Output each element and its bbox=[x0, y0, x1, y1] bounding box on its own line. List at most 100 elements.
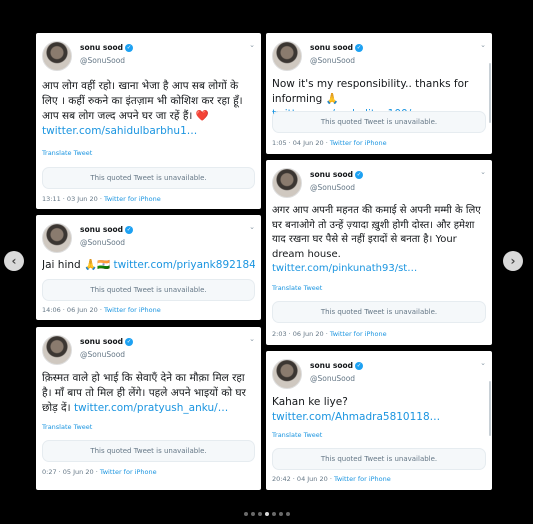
quoted-tweet-unavailable: This quoted Tweet is unavailable. bbox=[272, 111, 486, 133]
carousel-dot[interactable] bbox=[264, 512, 269, 516]
tweet-meta: 13:11 · 03 Jun 20 · Twitter for iPhone bbox=[42, 195, 161, 203]
avatar[interactable] bbox=[272, 359, 302, 389]
chevron-right-icon: › bbox=[510, 254, 516, 268]
tweet-card[interactable]: sonu sood ✓ @SonuSood ⌄ अगर आप अपनी महनत … bbox=[266, 160, 492, 345]
tweet-link[interactable]: twitter.com/priyank8921849… bbox=[114, 259, 255, 271]
tweet-source[interactable]: Twitter for iPhone bbox=[330, 330, 387, 338]
carousel-next-button[interactable]: › bbox=[503, 251, 523, 271]
tweet-text: अगर आप अपनी महनत की कमाई से अपनी मम्मी क… bbox=[272, 204, 486, 277]
user-name[interactable]: sonu sood ✓ bbox=[310, 170, 364, 179]
tweet-meta: 20:42 · 04 Jun 20 · Twitter for iPhone bbox=[272, 475, 391, 483]
translate-tweet-link[interactable]: Translate Tweet bbox=[42, 423, 92, 431]
user-name-text: sonu sood bbox=[310, 170, 354, 179]
chevron-down-icon[interactable]: ⌄ bbox=[480, 41, 486, 49]
quoted-tweet-unavailable: This quoted Tweet is unavailable. bbox=[42, 167, 255, 189]
verified-badge-icon: ✓ bbox=[125, 44, 134, 52]
carousel-dot[interactable] bbox=[250, 512, 255, 516]
tweet-source[interactable]: Twitter for iPhone bbox=[334, 475, 391, 483]
avatar[interactable] bbox=[272, 41, 302, 71]
user-name[interactable]: sonu sood ✓ bbox=[80, 43, 134, 52]
avatar[interactable] bbox=[42, 335, 72, 365]
tweet-timestamp[interactable]: 0:27 · 05 Jun 20 · bbox=[42, 468, 100, 476]
tweet-text-content: Jai hind 🙏🇮🇳 bbox=[42, 259, 114, 271]
chevron-down-icon[interactable]: ⌄ bbox=[480, 359, 486, 367]
user-name-text: sonu sood bbox=[80, 337, 124, 346]
carousel-dot[interactable] bbox=[271, 512, 276, 516]
quoted-tweet-unavailable: This quoted Tweet is unavailable. bbox=[42, 279, 255, 301]
tweet-card[interactable]: sonu sood ✓ @SonuSood ⌄ क़िस्मत वाले हो भ… bbox=[36, 327, 261, 490]
tweet-link[interactable]: twitter.com/pinkunath93/st… bbox=[272, 263, 417, 274]
carousel-dots bbox=[0, 512, 533, 518]
user-handle[interactable]: @SonuSood bbox=[80, 238, 125, 247]
tweet-card[interactable]: sonu sood ✓ @SonuSood ⌄ Kahan ke liye? tw… bbox=[266, 351, 492, 490]
tweet-text-content: Kahan ke liye? bbox=[272, 396, 348, 408]
user-handle[interactable]: @SonuSood bbox=[310, 183, 355, 192]
verified-badge-icon: ✓ bbox=[355, 44, 364, 52]
user-name-text: sonu sood bbox=[80, 43, 124, 52]
verified-badge-icon: ✓ bbox=[125, 226, 134, 234]
tweet-source[interactable]: Twitter for iPhone bbox=[104, 306, 161, 314]
tweet-text: Jai hind 🙏🇮🇳 twitter.com/priyank8921849… bbox=[42, 258, 255, 273]
tweet-link[interactable]: twitter.com/pratyush_anku/… bbox=[74, 402, 228, 414]
tweet-timestamp[interactable]: 13:11 · 03 Jun 20 · bbox=[42, 195, 104, 203]
tweet-text: आप लोग वहीं रहो। खाना भेजा है आप सब लोगो… bbox=[42, 79, 255, 139]
carousel-dot[interactable] bbox=[257, 512, 262, 516]
user-handle[interactable]: @SonuSood bbox=[310, 56, 355, 65]
tweet-meta: 0:27 · 05 Jun 20 · Twitter for iPhone bbox=[42, 468, 157, 476]
user-name[interactable]: sonu sood ✓ bbox=[80, 225, 134, 234]
chevron-down-icon[interactable]: ⌄ bbox=[480, 168, 486, 176]
carousel-prev-button[interactable]: ‹ bbox=[4, 251, 24, 271]
translate-tweet-link[interactable]: Translate Tweet bbox=[42, 149, 92, 157]
avatar[interactable] bbox=[42, 41, 72, 71]
tweet-timestamp[interactable]: 2:03 · 06 Jun 20 · bbox=[272, 330, 330, 338]
chevron-down-icon[interactable]: ⌄ bbox=[249, 223, 255, 231]
chevron-down-icon[interactable]: ⌄ bbox=[249, 41, 255, 49]
user-handle[interactable]: @SonuSood bbox=[80, 350, 125, 359]
tweet-source[interactable]: Twitter for iPhone bbox=[100, 468, 157, 476]
quoted-tweet-unavailable: This quoted Tweet is unavailable. bbox=[272, 301, 486, 323]
user-handle[interactable]: @SonuSood bbox=[310, 374, 355, 383]
user-name-text: sonu sood bbox=[310, 361, 354, 370]
user-name[interactable]: sonu sood ✓ bbox=[80, 337, 134, 346]
tweet-card[interactable]: sonu sood ✓ @SonuSood ⌄ Now it's my respo… bbox=[266, 33, 492, 154]
tweet-timestamp[interactable]: 14:06 · 06 Jun 20 · bbox=[42, 306, 104, 314]
translate-tweet-link[interactable]: Translate Tweet bbox=[272, 431, 322, 439]
verified-badge-icon: ✓ bbox=[355, 362, 364, 370]
tweet-text: Kahan ke liye? twitter.com/Ahmadra581011… bbox=[272, 395, 440, 425]
user-name[interactable]: sonu sood ✓ bbox=[310, 43, 364, 52]
carousel-dot[interactable] bbox=[278, 512, 283, 516]
user-name[interactable]: sonu sood ✓ bbox=[310, 361, 364, 370]
tweet-text-content: अगर आप अपनी महनत की कमाई से अपनी मम्मी क… bbox=[272, 205, 481, 260]
verified-badge-icon: ✓ bbox=[125, 338, 134, 346]
quoted-tweet-unavailable: This quoted Tweet is unavailable. bbox=[42, 440, 255, 462]
tweet-card[interactable]: sonu sood ✓ @SonuSood ⌄ Jai hind 🙏🇮🇳 twit… bbox=[36, 215, 261, 320]
tweet-timestamp[interactable]: 1:05 · 04 Jun 20 · bbox=[272, 139, 330, 147]
chevron-down-icon[interactable]: ⌄ bbox=[249, 335, 255, 343]
tweet-timestamp[interactable]: 20:42 · 04 Jun 20 · bbox=[272, 475, 334, 483]
avatar[interactable] bbox=[42, 223, 72, 253]
tweet-text: क़िस्मत वाले हो भाई कि सेवाएँ देने का मौ… bbox=[42, 371, 255, 416]
avatar[interactable] bbox=[272, 168, 302, 198]
tweet-text-content: Now it's my responsibility.. thanks for … bbox=[272, 78, 469, 105]
scrollbar[interactable] bbox=[489, 381, 491, 436]
tweet-header: sonu sood ✓ @SonuSood ⌄ bbox=[272, 168, 486, 198]
tweet-header: sonu sood ✓ @SonuSood ⌄ bbox=[272, 41, 486, 71]
tweet-meta: 14:06 · 06 Jun 20 · Twitter for iPhone bbox=[42, 306, 161, 314]
user-handle[interactable]: @SonuSood bbox=[80, 56, 125, 65]
user-name-text: sonu sood bbox=[310, 43, 354, 52]
tweet-link[interactable]: twitter.com/Ahmadra5810118… bbox=[272, 411, 440, 423]
translate-tweet-link[interactable]: Translate Tweet bbox=[272, 284, 322, 292]
tweet-header: sonu sood ✓ @SonuSood ⌄ bbox=[42, 41, 255, 71]
carousel-stage: sonu sood ✓ @SonuSood ⌄ आप लोग वहीं रहो। … bbox=[0, 0, 533, 524]
user-name-text: sonu sood bbox=[80, 225, 124, 234]
carousel-dot[interactable] bbox=[243, 512, 248, 516]
scrollbar[interactable] bbox=[489, 63, 491, 123]
tweet-source[interactable]: Twitter for iPhone bbox=[330, 139, 387, 147]
tweet-card[interactable]: sonu sood ✓ @SonuSood ⌄ आप लोग वहीं रहो। … bbox=[36, 33, 261, 209]
carousel-dot[interactable] bbox=[285, 512, 290, 516]
tweet-header: sonu sood ✓ @SonuSood ⌄ bbox=[272, 359, 486, 389]
tweet-meta: 1:05 · 04 Jun 20 · Twitter for iPhone bbox=[272, 139, 387, 147]
tweet-source[interactable]: Twitter for iPhone bbox=[104, 195, 161, 203]
tweet-text-content: आप लोग वहीं रहो। खाना भेजा है आप सब लोगो… bbox=[42, 80, 243, 122]
tweet-link[interactable]: twitter.com/sahidulbarbhu1… bbox=[42, 125, 197, 137]
